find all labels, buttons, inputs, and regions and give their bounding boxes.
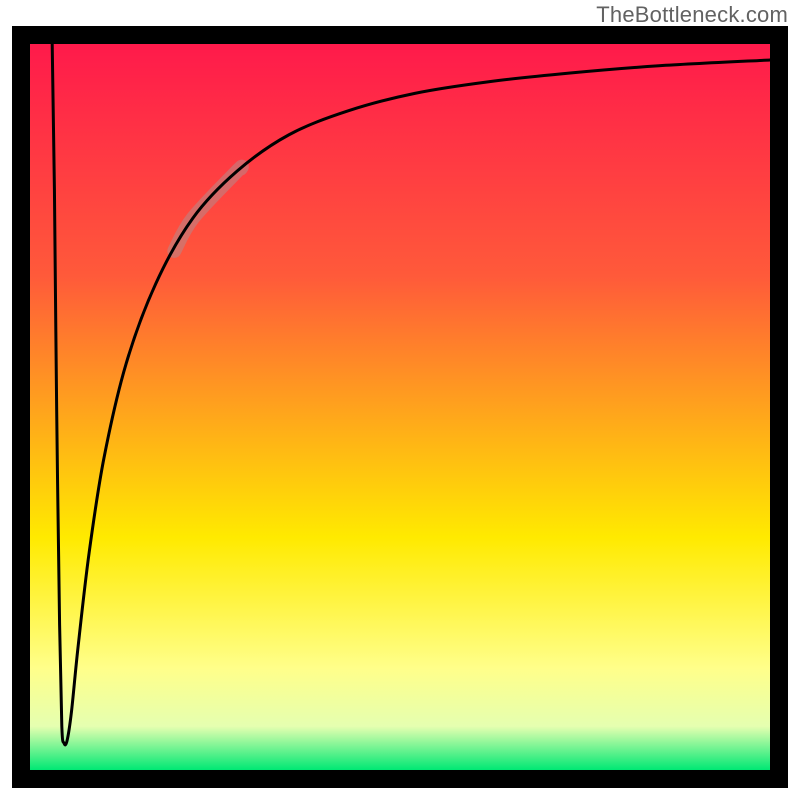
gradient-background bbox=[30, 44, 770, 770]
plot-area bbox=[30, 44, 770, 770]
chart-container: TheBottleneck.com bbox=[0, 0, 800, 800]
plot-svg bbox=[30, 44, 770, 770]
watermark-text: TheBottleneck.com bbox=[596, 2, 788, 28]
chart-frame bbox=[12, 26, 788, 788]
